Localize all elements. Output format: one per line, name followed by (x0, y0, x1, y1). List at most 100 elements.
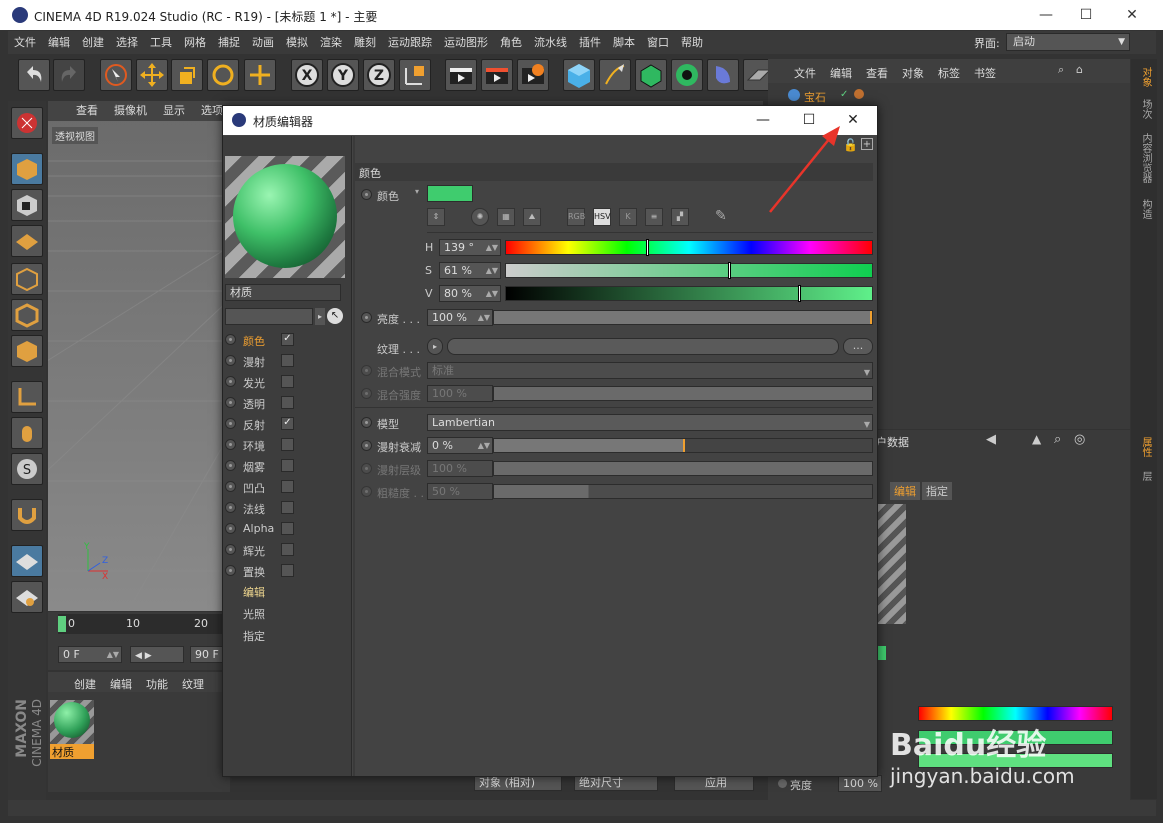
channel-checkbox[interactable]: ✓ (281, 417, 294, 430)
channel-radio[interactable] (225, 565, 236, 576)
menu-tools[interactable]: 工具 (144, 31, 178, 54)
menu-snap[interactable]: 捕捉 (212, 31, 246, 54)
hue-slider-handle[interactable] (646, 239, 649, 256)
objmgr-menu-object[interactable]: 对象 (902, 65, 924, 81)
diffuse-level-slider[interactable] (493, 461, 873, 476)
axis-mode-button[interactable] (11, 381, 43, 413)
right-tab-content-browser[interactable]: 内容浏览器 (1135, 133, 1153, 183)
channel-row-color[interactable]: 颜色 ✓ (225, 330, 343, 350)
make-editable-button[interactable] (11, 107, 43, 139)
viewport-menu-camera[interactable]: 摄像机 (106, 101, 155, 121)
param-radio[interactable] (361, 312, 372, 323)
objmgr-menu-tags[interactable]: 标签 (938, 65, 960, 81)
texture-slot[interactable] (447, 338, 839, 355)
back-arrow-icon[interactable]: ◀ (986, 432, 996, 447)
value-field[interactable]: 80 % ▲▼ (439, 285, 501, 302)
param-radio[interactable] (361, 486, 372, 497)
snap-magnet-button[interactable] (11, 499, 43, 531)
matmgr-menu-edit[interactable]: 编辑 (110, 676, 132, 692)
color-swatch[interactable] (427, 185, 473, 202)
attr-tab-assign[interactable]: 指定 (922, 482, 952, 500)
material-preview[interactable] (225, 156, 345, 278)
viewport-menu-view[interactable]: 查看 (68, 101, 106, 121)
texture-mode-button[interactable] (11, 189, 43, 221)
channel-radio[interactable] (225, 376, 236, 387)
value-slider[interactable] (505, 285, 873, 302)
right-tab-takes[interactable]: 场次 (1135, 99, 1153, 119)
channel-checkbox[interactable] (281, 543, 294, 556)
saturation-slider-handle[interactable] (728, 262, 731, 279)
objmgr-menu-bookmarks[interactable]: 书签 (974, 65, 996, 81)
kelvin-mode-button[interactable]: K (619, 208, 637, 226)
edges-mode-button[interactable] (11, 299, 43, 331)
channel-radio[interactable] (225, 439, 236, 450)
menu-mograph[interactable]: 运动图形 (438, 31, 494, 54)
points-mode-button[interactable] (11, 263, 43, 295)
param-radio[interactable] (361, 189, 372, 200)
search-icon[interactable]: ⌕ (1054, 432, 1061, 447)
undo-button[interactable] (18, 59, 50, 91)
channel-row-normal[interactable]: 法线 (225, 498, 343, 518)
channel-radio[interactable] (225, 544, 236, 555)
menu-select[interactable]: 选择 (110, 31, 144, 54)
hue-slider[interactable] (505, 239, 873, 256)
channel-row-bump[interactable]: 凹凸 (225, 477, 343, 497)
param-radio[interactable] (361, 440, 372, 451)
param-radio[interactable] (361, 365, 372, 376)
y-axis-lock-button[interactable]: Y (327, 59, 359, 91)
timeline-ruler[interactable]: 0 10 20 (58, 614, 223, 634)
channel-radio[interactable] (225, 502, 236, 513)
brightness-slider[interactable] (493, 310, 873, 325)
attr-radio[interactable] (778, 779, 787, 788)
channel-checkbox[interactable] (281, 354, 294, 367)
roughness-field[interactable]: 50 % (427, 483, 493, 500)
visibility-check-icon[interactable]: ✓ (840, 89, 848, 100)
layout-select[interactable]: 启动 ▼ (1006, 33, 1130, 51)
menu-window[interactable]: 窗口 (641, 31, 675, 54)
texture-more-button[interactable]: ... (843, 338, 873, 355)
channel-radio[interactable] (225, 355, 236, 366)
channel-row-transparency[interactable]: 透明 (225, 393, 343, 413)
channel-checkbox[interactable] (281, 522, 294, 535)
value-slider-handle[interactable] (798, 285, 801, 302)
objmgr-menu-file[interactable]: 文件 (794, 65, 816, 81)
channel-radio[interactable] (225, 334, 236, 345)
material-tag-icon[interactable] (854, 89, 864, 99)
channel-checkbox[interactable] (281, 375, 294, 388)
chevron-right-icon[interactable]: ▸ (315, 308, 325, 325)
image-picker-icon[interactable]: ⛰ (523, 208, 541, 226)
menu-mesh[interactable]: 网格 (178, 31, 212, 54)
redo-button[interactable] (53, 59, 85, 91)
right-tab-structure[interactable]: 构造 (1135, 199, 1153, 219)
menu-motion-tracking[interactable]: 运动跟踪 (382, 31, 438, 54)
tab-editor[interactable]: 编辑 (243, 584, 265, 600)
tweak-mode-button[interactable] (11, 417, 43, 449)
menu-simulate[interactable]: 模拟 (280, 31, 314, 54)
tab-assignment[interactable]: 指定 (243, 628, 265, 644)
attr-tab-edit[interactable]: 编辑 (890, 482, 920, 500)
menu-animate[interactable]: 动画 (246, 31, 280, 54)
channel-radio[interactable] (225, 397, 236, 408)
diffuse-falloff-field[interactable]: 0 % ▲▼ (427, 437, 493, 454)
live-select-button[interactable] (100, 59, 132, 91)
cloner-button[interactable] (671, 59, 703, 91)
param-radio[interactable] (361, 417, 372, 428)
objmgr-menu-edit[interactable]: 编辑 (830, 65, 852, 81)
menu-render[interactable]: 渲染 (314, 31, 348, 54)
matmgr-menu-create[interactable]: 创建 (74, 676, 96, 692)
subdivision-surface-button[interactable] (635, 59, 667, 91)
channel-radio[interactable] (225, 481, 236, 492)
channel-row-diffusion[interactable]: 漫射 (225, 351, 343, 371)
param-radio[interactable] (361, 463, 372, 474)
viewport-menu-display[interactable]: 显示 (155, 101, 193, 121)
transform-tool-button[interactable] (244, 59, 276, 91)
x-axis-lock-button[interactable]: X (291, 59, 323, 91)
menu-help[interactable]: 帮助 (675, 31, 709, 54)
menu-character[interactable]: 角色 (494, 31, 528, 54)
menu-sculpt[interactable]: 雕刻 (348, 31, 382, 54)
menu-plugins[interactable]: 插件 (573, 31, 607, 54)
color-swatches-icon[interactable]: ▞ (671, 208, 689, 226)
channel-checkbox[interactable]: ✓ (281, 333, 294, 346)
search-icon[interactable]: ⌕ (1058, 63, 1064, 77)
attr-hue-slider[interactable] (918, 706, 1113, 721)
